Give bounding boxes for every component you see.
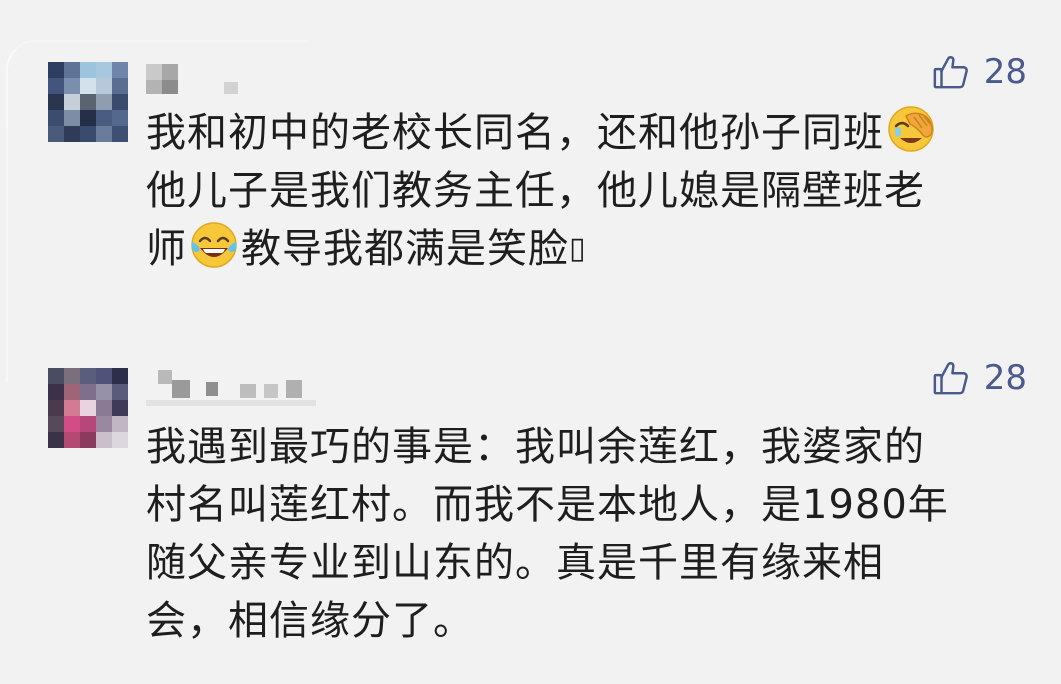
thumbs-up-icon bbox=[932, 53, 970, 91]
like-count: 28 bbox=[983, 358, 1027, 398]
comment-line: 随父亲专业到山东的。真是千里有缘来相 bbox=[146, 540, 884, 586]
comment-line-text: 教导我都满是笑脸 bbox=[241, 226, 569, 272]
comment-line-text: 他儿子是我们教务主任，他儿媳是隔壁班老 bbox=[146, 168, 925, 214]
comment-line-text: 我和初中的老校长同名，还和他孙子同班 bbox=[146, 110, 884, 156]
comment-text: 我遇到最巧的事是：我叫余莲红，我婆家的 村名叫莲红村。而我不是本地人，是1980… bbox=[146, 418, 1026, 650]
comment-text: 我和初中的老校长同名，还和他孙子同班 他儿子是我们教务主任，他儿媳是隔壁班老 师 bbox=[146, 104, 1026, 278]
comment-line: 会，相信缘分了。 bbox=[146, 598, 474, 644]
comment-line: 我和初中的老校长同名，还和他孙子同班 bbox=[146, 104, 1026, 162]
tears-of-joy-emoji bbox=[189, 220, 239, 270]
like-count: 28 bbox=[983, 52, 1027, 92]
missing-glyph: ▯ bbox=[569, 231, 587, 266]
avatar[interactable] bbox=[48, 368, 128, 448]
comment-line: 他儿子是我们教务主任，他儿媳是隔壁班老 bbox=[146, 162, 1026, 220]
avatar[interactable] bbox=[48, 62, 128, 142]
comment-line-text: 师 bbox=[146, 226, 187, 272]
like-button[interactable]: 28 bbox=[932, 52, 1027, 92]
like-button[interactable]: 28 bbox=[932, 358, 1027, 398]
thumbs-up-icon bbox=[932, 359, 970, 397]
comment-line: 村名叫莲红村。而我不是本地人，是1980年 bbox=[146, 482, 949, 528]
comment-line: 师 教导我都满是笑脸▯ bbox=[146, 220, 1026, 278]
facepalm-laugh-emoji bbox=[886, 104, 936, 154]
comment-line: 我遇到最巧的事是：我叫余莲红，我婆家的 bbox=[146, 424, 925, 470]
